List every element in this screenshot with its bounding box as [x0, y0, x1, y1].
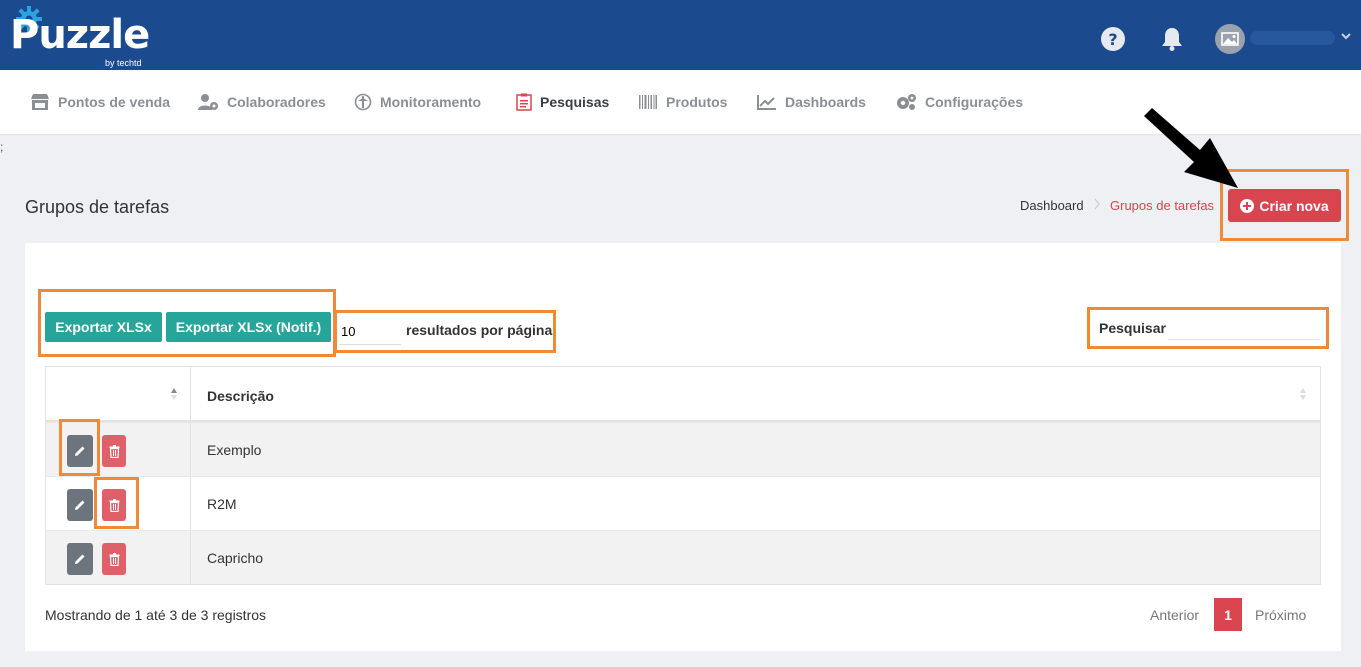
nav-item-pontos-de-venda[interactable]: Pontos de venda [30, 70, 170, 134]
sort-icon [1300, 388, 1306, 400]
username-redacted [1250, 31, 1335, 45]
edit-button[interactable] [67, 543, 93, 575]
table-row: Exemplo [46, 422, 1320, 477]
store-icon [31, 94, 49, 110]
sort-asc-icon [171, 388, 177, 400]
table-info: Mostrando de 1 até 3 de 3 registros [45, 607, 267, 623]
nav-item-monitoramento[interactable]: Monitoramento [354, 70, 481, 134]
table-row: Capricho [46, 530, 1320, 585]
chevron-down-icon[interactable] [1340, 30, 1352, 42]
puzzle-logo[interactable]: Puzzle by techtd [10, 4, 160, 68]
avatar[interactable] [1215, 24, 1245, 54]
breadcrumb-dashboard[interactable]: Dashboard [1020, 198, 1084, 213]
nav-item-dashboards[interactable]: Dashboards [757, 70, 866, 134]
cell-descricao: Exemplo [207, 442, 262, 458]
nav-item-pesquisas[interactable]: Pesquisas [516, 70, 609, 134]
column-header-label: Descrição [207, 388, 274, 404]
page-title: Grupos de tarefas [25, 197, 170, 217]
breadcrumb-current: Grupos de tarefas [1110, 198, 1215, 213]
column-divider [190, 423, 191, 477]
chart-line-icon [757, 95, 776, 110]
data-table: Descrição Exemplo R2M Capricho [45, 366, 1321, 585]
nav-label: Dashboards [785, 94, 866, 110]
image-placeholder-icon [1221, 32, 1239, 46]
compass-icon [354, 93, 372, 111]
nav-label: Pontos de venda [58, 94, 171, 110]
nav-label: Pesquisas [540, 94, 610, 110]
highlight-search [1087, 307, 1329, 349]
pencil-icon [75, 554, 85, 564]
logo-wordmark: Puzzle [10, 12, 150, 58]
column-header-descricao[interactable]: Descrição [191, 367, 1320, 422]
users-cog-icon [198, 94, 218, 110]
nav-item-produtos[interactable]: Produtos [638, 70, 727, 134]
svg-text:?: ? [1108, 30, 1117, 49]
nav-label: Produtos [666, 94, 728, 110]
pagination-previous[interactable]: Anterior [1150, 607, 1199, 623]
trash-icon [109, 444, 119, 458]
cell-descricao: R2M [207, 496, 237, 512]
column-header-actions[interactable] [46, 367, 190, 422]
chevron-right-icon [1094, 198, 1100, 210]
delete-button[interactable] [102, 543, 126, 575]
column-divider [190, 531, 191, 585]
pointer-arrow-icon [1144, 108, 1238, 188]
cell-descricao: Capricho [207, 550, 264, 566]
pagination-next[interactable]: Próximo [1255, 607, 1306, 623]
help-icon[interactable]: ? [1100, 26, 1126, 52]
edit-button[interactable] [67, 489, 93, 521]
nav-label: Colaboradores [227, 94, 326, 110]
highlight-page-length [334, 310, 556, 353]
pencil-icon [75, 500, 85, 510]
column-divider [190, 477, 191, 531]
table-row: R2M [46, 476, 1320, 531]
cogs-icon [897, 94, 916, 110]
nav-item-colaboradores[interactable]: Colaboradores [197, 70, 326, 134]
stray-text: ; [0, 140, 4, 154]
barcode-icon [639, 95, 657, 109]
highlight-delete-button [94, 477, 139, 529]
clipboard-list-icon [516, 93, 532, 111]
nav-item-configuracoes[interactable]: Configurações [895, 70, 1023, 134]
logo-subtitle: by techtd [105, 58, 142, 68]
nav-label: Configurações [925, 94, 1024, 110]
delete-button[interactable] [102, 435, 126, 467]
highlight-edit-button [59, 419, 100, 476]
nav-label: Monitoramento [380, 94, 482, 110]
trash-icon [109, 552, 119, 566]
bell-icon[interactable] [1159, 26, 1185, 52]
highlight-export-buttons [38, 289, 336, 357]
pagination-current-page[interactable]: 1 [1214, 598, 1242, 631]
top-header: Puzzle by techtd ? [0, 0, 1361, 70]
